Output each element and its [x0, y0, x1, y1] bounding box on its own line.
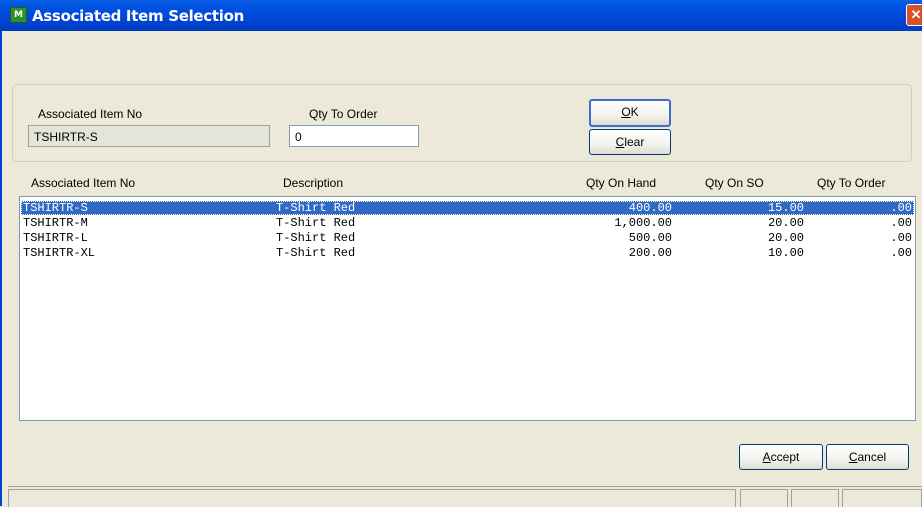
- col-qty-on-so[interactable]: Qty On SO: [705, 176, 764, 190]
- ok-button[interactable]: OK: [589, 99, 671, 127]
- clear-button[interactable]: Clear: [589, 129, 671, 155]
- cell-qty-on-so: 15.00: [767, 201, 804, 215]
- window-title: Associated Item Selection: [32, 7, 244, 25]
- cell-qty-on-so: 20.00: [767, 231, 804, 245]
- col-item-no[interactable]: Associated Item No: [31, 176, 135, 190]
- qty-to-order-input[interactable]: 0: [289, 125, 419, 147]
- accept-accesskey: A: [762, 450, 771, 464]
- cell-qty-on-so: 20.00: [767, 216, 804, 230]
- cell-qty-on-hand: 200.00: [628, 246, 672, 260]
- ok-accesskey: O: [621, 105, 631, 119]
- close-button[interactable]: ✕: [906, 4, 922, 26]
- cell-description: T-Shirt Red: [276, 201, 356, 215]
- cell-item-no: TSHIRTR-S: [23, 201, 88, 215]
- cancel-button[interactable]: Cancel: [826, 444, 909, 470]
- status-panel-2: [791, 489, 839, 507]
- col-qty-on-hand[interactable]: Qty On Hand: [586, 176, 656, 190]
- close-icon: ✕: [910, 7, 922, 22]
- cell-qty-on-hand: 500.00: [628, 231, 672, 245]
- status-panel-1: [740, 489, 788, 507]
- status-panel-3: [842, 489, 922, 507]
- table-row[interactable]: TSHIRTR-M T-Shirt Red 1,000.00 20.00 .00: [21, 216, 914, 230]
- cell-item-no: TSHIRTR-XL: [23, 246, 96, 260]
- cell-qty-to-order: .00: [890, 201, 912, 215]
- cell-qty-to-order: .00: [890, 216, 912, 230]
- entry-group: [12, 84, 912, 162]
- col-qty-to-order[interactable]: Qty To Order: [817, 176, 885, 190]
- title-bar[interactable]: M Associated Item Selection ✕: [0, 0, 922, 31]
- cell-qty-on-hand: 1,000.00: [614, 216, 672, 230]
- app-icon: M: [10, 7, 27, 23]
- cell-qty-to-order: .00: [890, 231, 912, 245]
- cell-qty-to-order: .00: [890, 246, 912, 260]
- status-panel-main: [8, 489, 736, 507]
- cell-description: T-Shirt Red: [276, 231, 356, 245]
- cell-description: T-Shirt Red: [276, 216, 356, 230]
- cell-item-no: TSHIRTR-M: [23, 216, 88, 230]
- item-no-label: Associated Item No: [38, 107, 143, 121]
- grid-header: Associated Item No Description Qty On Ha…: [19, 176, 915, 192]
- accept-button[interactable]: Accept: [739, 444, 823, 470]
- qty-to-order-label: Qty To Order: [309, 107, 378, 121]
- items-grid[interactable]: TSHIRTR-S T-Shirt Red 400.00 15.00 .00 T…: [19, 196, 916, 421]
- cell-item-no: TSHIRTR-L: [23, 231, 88, 245]
- item-no-field: TSHIRTR-S: [28, 125, 270, 147]
- table-row[interactable]: TSHIRTR-L T-Shirt Red 500.00 20.00 .00: [21, 231, 914, 245]
- ok-label-rest: K: [630, 105, 639, 119]
- col-description[interactable]: Description: [283, 176, 343, 190]
- clear-label-rest: lear: [624, 135, 645, 149]
- accept-label-rest: ccept: [770, 450, 800, 464]
- cell-qty-on-so: 10.00: [767, 246, 804, 260]
- table-row[interactable]: TSHIRTR-S T-Shirt Red 400.00 15.00 .00: [21, 201, 914, 215]
- cancel-label-rest: ancel: [857, 450, 887, 464]
- cell-description: T-Shirt Red: [276, 246, 356, 260]
- status-bar: [8, 486, 922, 507]
- table-row[interactable]: TSHIRTR-XL T-Shirt Red 200.00 10.00 .00: [21, 246, 914, 260]
- cell-qty-on-hand: 400.00: [628, 201, 672, 215]
- window-frame-left: [0, 31, 2, 506]
